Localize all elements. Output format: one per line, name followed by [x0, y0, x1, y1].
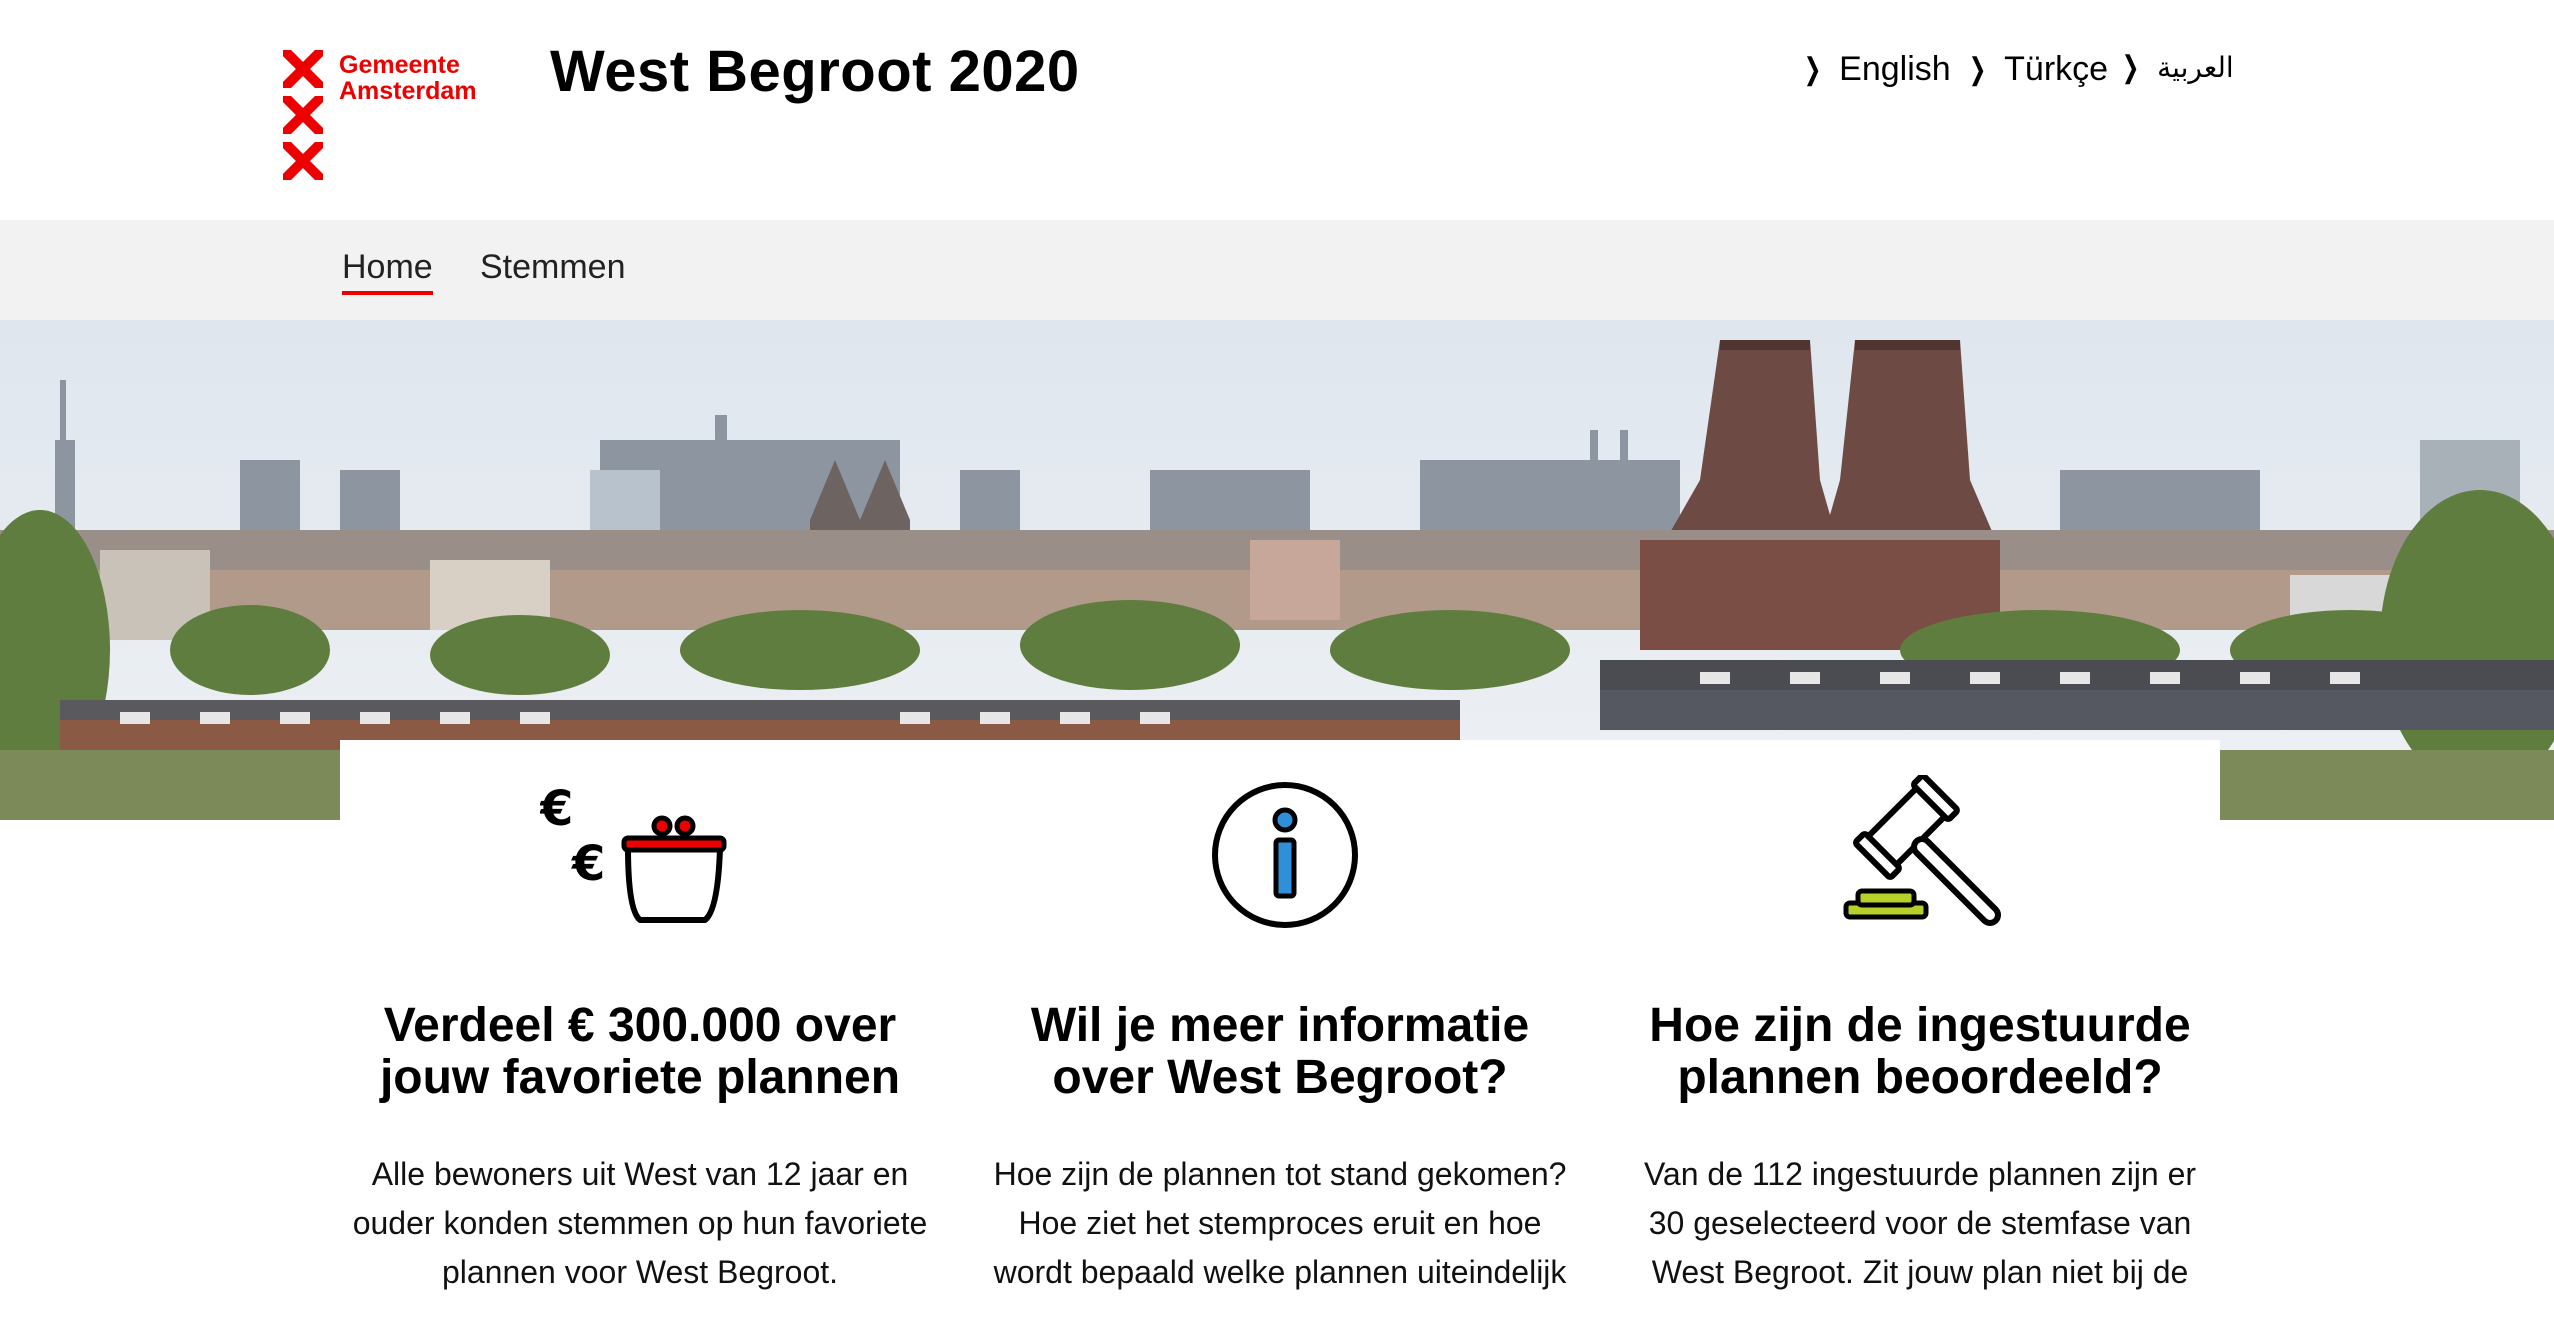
info-icon [1210, 780, 1360, 935]
language-label: Türkçe [2004, 50, 2109, 88]
card-text-line: plannen voor West Begroot. [441, 1254, 839, 1290]
card-title: Verdeel € 300.000 over jouw favoriete pl… [340, 1000, 940, 1104]
site-header: Gemeente Amsterdam West Begroot 2020 ❯ E… [0, 0, 2554, 220]
language-link-turkish[interactable]: ❯ Türkçe [1965, 50, 2108, 89]
card-text-line: Alle bewoners uit West van 12 jaar en [371, 1156, 909, 1192]
card-text-line: wordt bepaald welke plannen uiteindelijk [993, 1254, 1567, 1290]
gavel-icon [1840, 773, 2010, 940]
card-title-line: Verdeel € 300.000 over [383, 999, 897, 1052]
card-title-line: jouw favoriete plannen [379, 1051, 901, 1104]
main-nav: Home Stemmen [0, 220, 2554, 320]
language-label: العربية [2157, 51, 2234, 84]
card-title: Hoe zijn de ingestuurde plannen beoordee… [1620, 1000, 2220, 1104]
language-label: English [1839, 50, 1951, 88]
chevron-right-icon: ❯ [2121, 51, 2140, 84]
card-title-line: Hoe zijn de ingestuurde [1649, 999, 2191, 1052]
info-cards-panel: € € Verdeel € 300.000 over jouw favoriet… [340, 740, 2220, 1340]
language-link-english[interactable]: ❯ English [1800, 50, 1951, 89]
svg-text:€: € [571, 836, 605, 892]
svg-text:€: € [540, 781, 573, 837]
card-text-line: Hoe zijn de plannen tot stand gekomen? [993, 1156, 1567, 1192]
nav-item-stemmen[interactable]: Stemmen [480, 248, 626, 287]
logo-line-1: Gemeente [339, 51, 460, 79]
card-description: Alle bewoners uit West van 12 jaar en ou… [340, 1150, 940, 1297]
page-title[interactable]: West Begroot 2020 [550, 38, 1080, 105]
language-link-arabic[interactable]: ❯ العربية [2118, 50, 2234, 85]
nav-item-home[interactable]: Home [342, 248, 433, 295]
card-text-line: Van de 112 ingestuurde plannen zijn er [1643, 1156, 2197, 1192]
card-title-line: plannen beoordeeld? [1677, 1051, 2163, 1104]
card-text-line: Hoe ziet het stemproces eruit en hoe [1018, 1205, 1542, 1241]
logo-wordmark[interactable]: Gemeente Amsterdam [339, 52, 477, 104]
card-description: Hoe zijn de plannen tot stand gekomen? H… [980, 1150, 1580, 1297]
wallet-euro-icon: € € [539, 780, 740, 935]
chevron-right-icon: ❯ [1968, 53, 1987, 86]
card-title-line: Wil je meer informatie [1030, 999, 1530, 1052]
card-text-line: West Begroot. Zit jouw plan niet bij de [1651, 1254, 2189, 1290]
amsterdam-logo-crosses-icon[interactable] [283, 50, 323, 188]
card-text-line: ouder konden stemmen op hun favoriete [352, 1205, 928, 1241]
card-text-line: 30 geselecteerd voor de stemfase van [1648, 1205, 2192, 1241]
card-description: Van de 112 ingestuurde plannen zijn er 3… [1620, 1150, 2220, 1297]
chevron-right-icon: ❯ [1803, 53, 1822, 86]
logo-line-2: Amsterdam [339, 77, 477, 105]
card-title-line: over West Begroot? [1052, 1051, 1508, 1104]
card-title: Wil je meer informatie over West Begroot… [980, 1000, 1580, 1104]
